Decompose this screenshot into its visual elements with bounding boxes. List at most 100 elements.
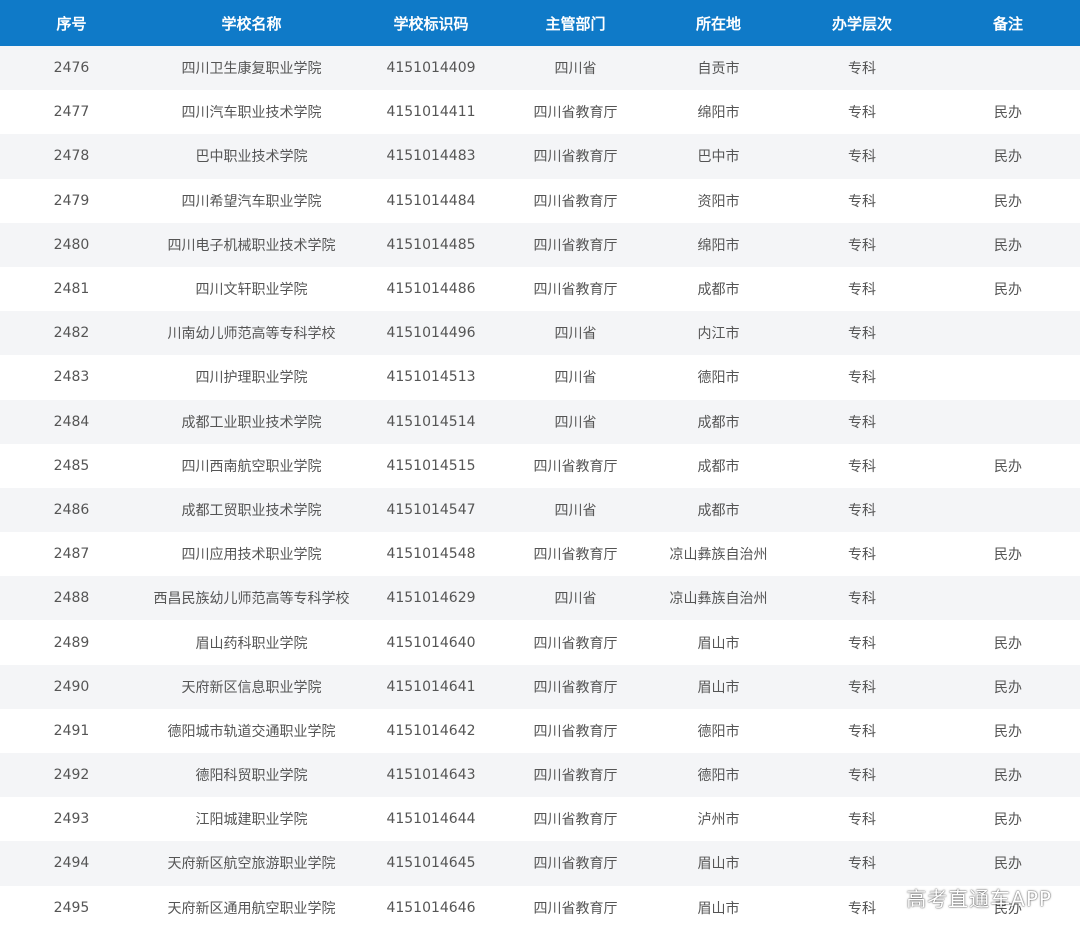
cell-school-code: 4151014645 [360,841,502,886]
cell-school-name: 川南幼儿师范高等专科学校 [143,311,360,356]
cell-note: 民办 [936,532,1080,577]
table-row: 2479 四川希望汽车职业学院 4151014484 四川省教育厅 资阳市 专科 民办 [0,178,1080,223]
cell-department: 四川省 [502,487,649,533]
cell-index: 2491 [0,708,143,753]
table-header: 序号 学校名称 学校标识码 主管部门 所在地 办学层次 备注 [0,0,1080,46]
cell-level: 专科 [788,178,936,223]
cell-school-name: 成都工贸职业技术学院 [143,487,360,533]
cell-department: 四川省教育厅 [502,266,649,312]
cell-school-code: 4151014485 [360,222,502,267]
cell-department: 四川省教育厅 [502,841,649,886]
cell-school-code: 4151014496 [360,311,502,356]
cell-level: 专科 [788,797,936,842]
cell-school-name: 四川西南航空职业学院 [143,443,360,488]
cell-index: 2495 [0,885,143,930]
cell-location: 眉山市 [649,664,788,709]
table-row: 2489 眉山药科职业学院 4151014640 四川省教育厅 眉山市 专科 民办 [0,620,1080,665]
cell-location: 凉山彝族自治州 [649,532,788,577]
header-school-name: 学校名称 [143,0,360,46]
cell-note [936,576,1080,621]
table-body: 2476 四川卫生康复职业学院 4151014409 四川省 自贡市 专科 2477 四川汽车… [0,46,1080,930]
cell-school-name: 江阳城建职业学院 [143,797,360,842]
cell-index: 2481 [0,266,143,312]
cell-school-code: 4151014483 [360,134,502,179]
cell-index: 2487 [0,532,143,577]
cell-school-name: 德阳城市轨道交通职业学院 [143,708,360,753]
header-row: 序号 学校名称 学校标识码 主管部门 所在地 办学层次 备注 [0,0,1080,46]
cell-department: 四川省教育厅 [502,134,649,179]
header-school-code: 学校标识码 [360,0,502,46]
cell-school-code: 4151014514 [360,399,502,444]
cell-note: 民办 [936,90,1080,135]
cell-index: 2482 [0,311,143,356]
cell-location: 德阳市 [649,708,788,753]
cell-index: 2494 [0,841,143,886]
cell-school-name: 四川汽车职业技术学院 [143,90,360,135]
cell-level: 专科 [788,443,936,488]
cell-department: 四川省教育厅 [502,443,649,488]
table-row: 2494 天府新区航空旅游职业学院 4151014645 四川省教育厅 眉山市 专科 民办 [0,841,1080,886]
cell-school-name: 天府新区信息职业学院 [143,664,360,709]
cell-note: 民办 [936,753,1080,798]
cell-school-name: 德阳科贸职业学院 [143,753,360,798]
cell-school-code: 4151014515 [360,443,502,488]
cell-school-code: 4151014643 [360,753,502,798]
cell-location: 成都市 [649,487,788,533]
cell-department: 四川省教育厅 [502,178,649,223]
cell-level: 专科 [788,399,936,444]
cell-department: 四川省教育厅 [502,708,649,753]
header-location: 所在地 [649,0,788,46]
cell-location: 资阳市 [649,178,788,223]
cell-school-code: 4151014409 [360,46,502,91]
cell-index: 2476 [0,46,143,91]
cell-index: 2479 [0,178,143,223]
cell-index: 2486 [0,487,143,533]
cell-level: 专科 [788,620,936,665]
cell-school-name: 天府新区航空旅游职业学院 [143,841,360,886]
cell-level: 专科 [788,841,936,886]
cell-level: 专科 [788,311,936,356]
cell-level: 专科 [788,708,936,753]
cell-level: 专科 [788,664,936,709]
cell-level: 专科 [788,266,936,312]
cell-school-name: 眉山药科职业学院 [143,620,360,665]
cell-school-code: 4151014644 [360,797,502,842]
cell-level: 专科 [788,487,936,533]
cell-school-name: 四川应用技术职业学院 [143,532,360,577]
cell-note: 民办 [936,708,1080,753]
cell-level: 专科 [788,134,936,179]
cell-note: 民办 [936,841,1080,886]
table-row: 2486 成都工贸职业技术学院 4151014547 四川省 成都市 专科 [0,487,1080,533]
cell-school-code: 4151014641 [360,664,502,709]
table-row: 2492 德阳科贸职业学院 4151014643 四川省教育厅 德阳市 专科 民办 [0,753,1080,798]
cell-note: 民办 [936,443,1080,488]
cell-index: 2492 [0,753,143,798]
cell-location: 眉山市 [649,885,788,930]
cell-note: 民办 [936,178,1080,223]
cell-school-code: 4151014548 [360,532,502,577]
cell-level: 专科 [788,532,936,577]
cell-school-code: 4151014642 [360,708,502,753]
cell-note: 民办 [936,266,1080,312]
cell-location: 眉山市 [649,620,788,665]
cell-department: 四川省 [502,355,649,400]
table-row: 2490 天府新区信息职业学院 4151014641 四川省教育厅 眉山市 专科 民办 [0,664,1080,709]
cell-level: 专科 [788,753,936,798]
cell-level: 专科 [788,46,936,91]
cell-note [936,399,1080,444]
cell-note: 民办 [936,222,1080,267]
cell-level: 专科 [788,90,936,135]
cell-location: 内江市 [649,311,788,356]
cell-school-code: 4151014547 [360,487,502,533]
table-row: 2488 西昌民族幼儿师范高等专科学校 4151014629 四川省 凉山彝族自治州 专科 [0,576,1080,621]
cell-department: 四川省 [502,311,649,356]
table-row: 2477 四川汽车职业技术学院 4151014411 四川省教育厅 绵阳市 专科 民办 [0,90,1080,135]
cell-school-code: 4151014411 [360,90,502,135]
cell-index: 2478 [0,134,143,179]
cell-department: 四川省教育厅 [502,664,649,709]
cell-index: 2493 [0,797,143,842]
cell-note: 民办 [936,797,1080,842]
cell-department: 四川省教育厅 [502,532,649,577]
cell-school-name: 西昌民族幼儿师范高等专科学校 [143,576,360,621]
header-level: 办学层次 [788,0,936,46]
